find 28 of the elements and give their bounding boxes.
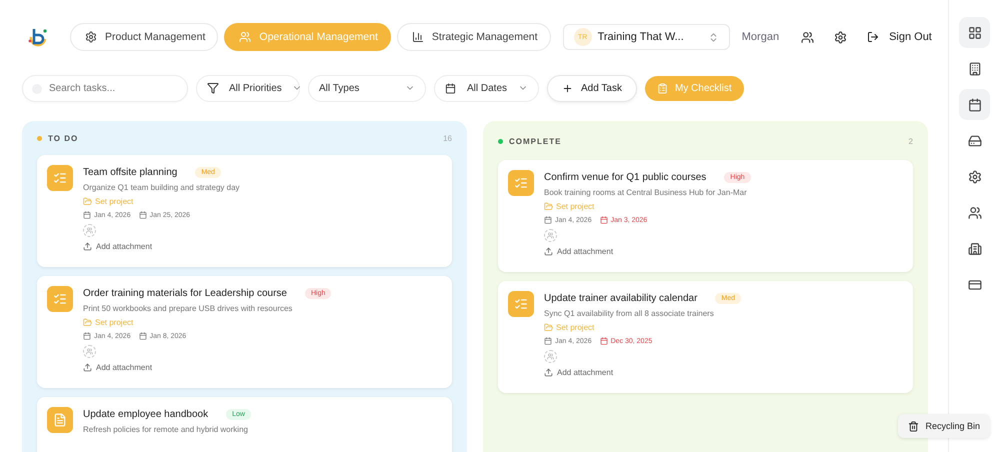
search-field[interactable]: Search tasks... xyxy=(22,74,188,102)
task-title: Update trainer availability calendar xyxy=(544,293,698,304)
nav-tab[interactable]: Product Management xyxy=(70,23,218,51)
task-count: 2 xyxy=(908,136,913,146)
task-description: Sync Q1 availability from all 8 associate trainers xyxy=(544,309,715,318)
date-filter[interactable]: All Dates xyxy=(434,74,539,102)
task-title: Team offsite planning xyxy=(83,167,178,178)
nav-tab[interactable]: Strategic Management xyxy=(396,23,551,51)
type-filter[interactable]: All Types xyxy=(308,74,426,102)
user-name: Morgan xyxy=(742,31,780,43)
add-attachment-button[interactable]: Add attachment xyxy=(83,242,240,251)
column-title: COMPLETE xyxy=(509,136,562,146)
task-description: Print 50 workbooks and prepare USB drives with resources xyxy=(83,304,294,313)
sign-out-button[interactable]: Sign Out xyxy=(861,27,938,47)
recycling-bin-button[interactable]: Recycling Bin xyxy=(898,414,990,438)
add-attachment-button[interactable]: Add attachment xyxy=(83,363,332,372)
column-title: TO DO xyxy=(48,134,78,143)
task-count: 16 xyxy=(443,134,452,143)
task-description: Book training rooms at Central Business Hub for Jan-Mar xyxy=(544,188,748,197)
add-task-button[interactable]: Add Task xyxy=(547,74,637,102)
add-attachment-button[interactable]: Add attachment xyxy=(544,368,742,377)
priority-filter[interactable]: All Priorities xyxy=(196,74,300,102)
task-title: Order training materials for Leadership course xyxy=(83,288,287,299)
task-description: Organize Q1 team building and strategy day xyxy=(83,183,240,192)
task-title: Update employee handbook xyxy=(83,409,208,420)
task-title: Confirm venue for Q1 public courses xyxy=(544,172,706,183)
task-description: Refresh policies for remote and hybrid working xyxy=(83,425,249,434)
add-attachment-button[interactable]: Add attachment xyxy=(544,247,751,256)
